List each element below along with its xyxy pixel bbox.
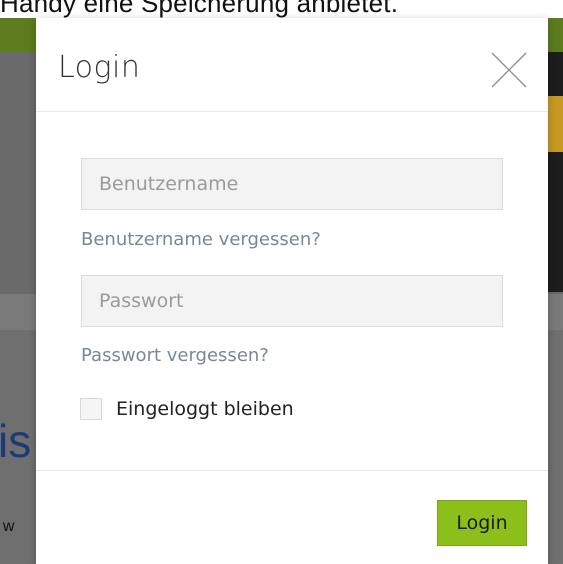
background-banner-accent bbox=[548, 96, 563, 152]
login-modal: Login Benutzername vergessen? Passwort v… bbox=[36, 18, 548, 564]
username-input[interactable] bbox=[81, 158, 503, 210]
close-x-icon bbox=[491, 52, 527, 88]
modal-header: Login bbox=[36, 18, 548, 112]
forgot-username-link[interactable]: Benutzername vergessen? bbox=[81, 229, 321, 250]
background-heading: is bbox=[0, 418, 32, 464]
remember-me-row: Eingeloggt bleiben bbox=[80, 397, 294, 421]
modal-footer-divider bbox=[36, 470, 548, 471]
background-body-text: ı w bbox=[0, 518, 15, 535]
background-banner-image bbox=[548, 52, 563, 292]
login-button[interactable]: Login bbox=[437, 500, 527, 546]
forgot-password-link[interactable]: Passwort vergessen? bbox=[81, 345, 269, 366]
background-intro-text: Handy eine Speicherung anbietet. bbox=[0, 0, 399, 18]
remember-me-label[interactable]: Eingeloggt bleiben bbox=[116, 398, 294, 420]
password-input[interactable] bbox=[81, 275, 503, 327]
remember-me-checkbox[interactable] bbox=[80, 398, 102, 420]
modal-title: Login bbox=[58, 50, 141, 85]
close-icon[interactable] bbox=[490, 51, 528, 89]
